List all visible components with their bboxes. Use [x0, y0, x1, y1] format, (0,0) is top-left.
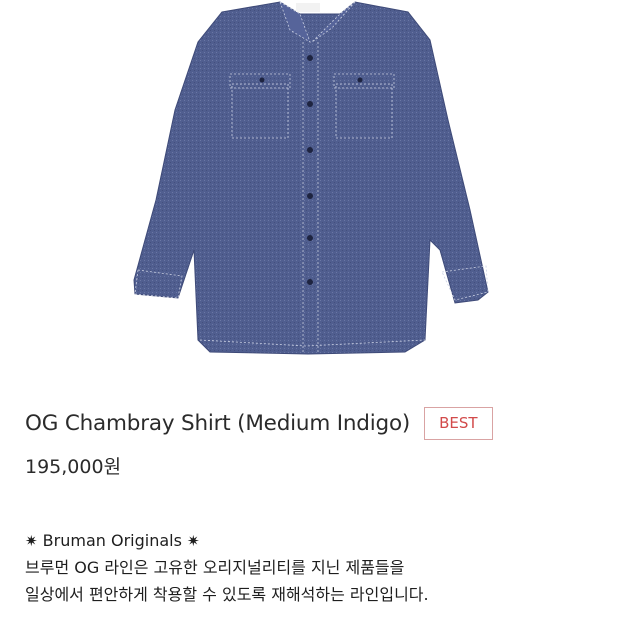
description-heading: ✷ Bruman Originals ✷ [25, 527, 600, 554]
product-image[interactable] [0, 0, 620, 372]
description-line: 브루먼 OG 라인은 고유한 오리지널리티를 지닌 제품들을 [25, 558, 405, 577]
shirt-illustration [133, 1, 489, 355]
product-description: ✷ Bruman Originals ✷ 브루먼 OG 라인은 고유한 오리지널… [25, 527, 600, 608]
eight-point-star-icon: ✷ [25, 532, 38, 550]
product-title[interactable]: OG Chambray Shirt (Medium Indigo) [25, 411, 410, 436]
title-row: OG Chambray Shirt (Medium Indigo) BEST [25, 400, 600, 446]
product-info: OG Chambray Shirt (Medium Indigo) BEST 1… [25, 400, 600, 608]
description-line: 일상에서 편안하게 착용할 수 있도록 재해석하는 라인입니다. [25, 585, 429, 604]
best-badge: BEST [424, 406, 493, 440]
eight-point-star-icon: ✷ [187, 532, 200, 550]
product-price: 195,000원 [25, 456, 122, 478]
description-heading-text: Bruman Originals [42, 531, 182, 550]
